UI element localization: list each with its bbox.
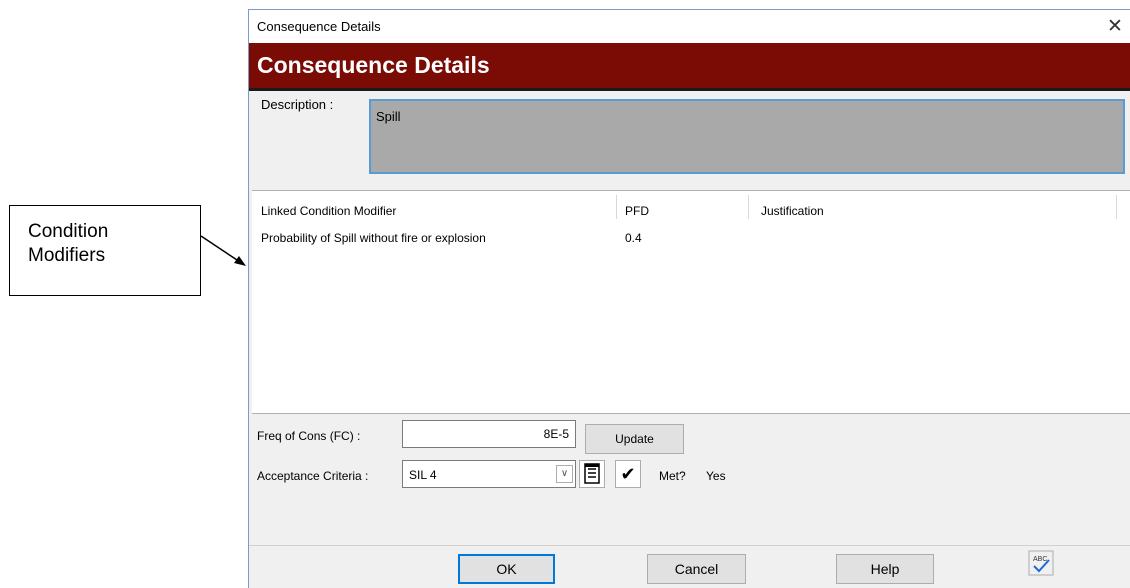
help-button[interactable]: Help [836, 554, 934, 584]
column-header-modifier[interactable]: Linked Condition Modifier [261, 204, 396, 218]
list-icon[interactable] [579, 460, 605, 488]
column-header-justification[interactable]: Justification [761, 204, 824, 218]
dialog-header: Consequence Details [257, 52, 490, 78]
window-title: Consequence Details [257, 19, 381, 34]
condition-modifier-grid[interactable]: Linked Condition Modifier PFD Justificat… [252, 190, 1130, 414]
acceptance-select[interactable]: SIL 4 ∨ [402, 460, 576, 488]
modifier-cell: Probability of Spill without fire or exp… [261, 231, 486, 245]
title-bar: Consequence Details ✕ [249, 10, 1130, 43]
met-value: Yes [706, 469, 726, 483]
freq-input[interactable]: 8E-5 [402, 420, 576, 448]
acceptance-label: Acceptance Criteria : [257, 469, 369, 483]
cancel-button[interactable]: Cancel [647, 554, 746, 584]
column-divider [616, 195, 617, 219]
description-label: Description : [261, 97, 334, 112]
ok-button[interactable]: OK [458, 554, 555, 584]
acceptance-value: SIL 4 [409, 468, 437, 482]
column-header-pfd[interactable]: PFD [625, 204, 649, 218]
grid-header: Linked Condition Modifier PFD Justificat… [252, 191, 1130, 221]
checkmark-icon[interactable]: ✔ [615, 460, 641, 488]
header-band: Consequence Details [249, 43, 1130, 91]
description-field[interactable]: Spill [369, 99, 1125, 174]
column-divider [748, 195, 749, 219]
spellcheck-icon[interactable]: ABC [1026, 548, 1058, 580]
pfd-cell: 0.4 [625, 231, 642, 245]
close-icon[interactable]: ✕ [1100, 10, 1130, 43]
svg-text:ABC: ABC [1033, 556, 1047, 563]
footer-divider [249, 545, 1130, 546]
met-label: Met? [659, 469, 686, 483]
table-row[interactable]: Probability of Spill without fire or exp… [252, 231, 1130, 251]
update-button[interactable]: Update [585, 424, 684, 454]
chevron-down-icon[interactable]: ∨ [556, 465, 573, 483]
callout-arrow [200, 235, 246, 266]
freq-label: Freq of Cons (FC) : [257, 429, 361, 443]
column-divider [1116, 195, 1117, 219]
consequence-dialog: Consequence Details ✕ Consequence Detail… [248, 9, 1130, 588]
